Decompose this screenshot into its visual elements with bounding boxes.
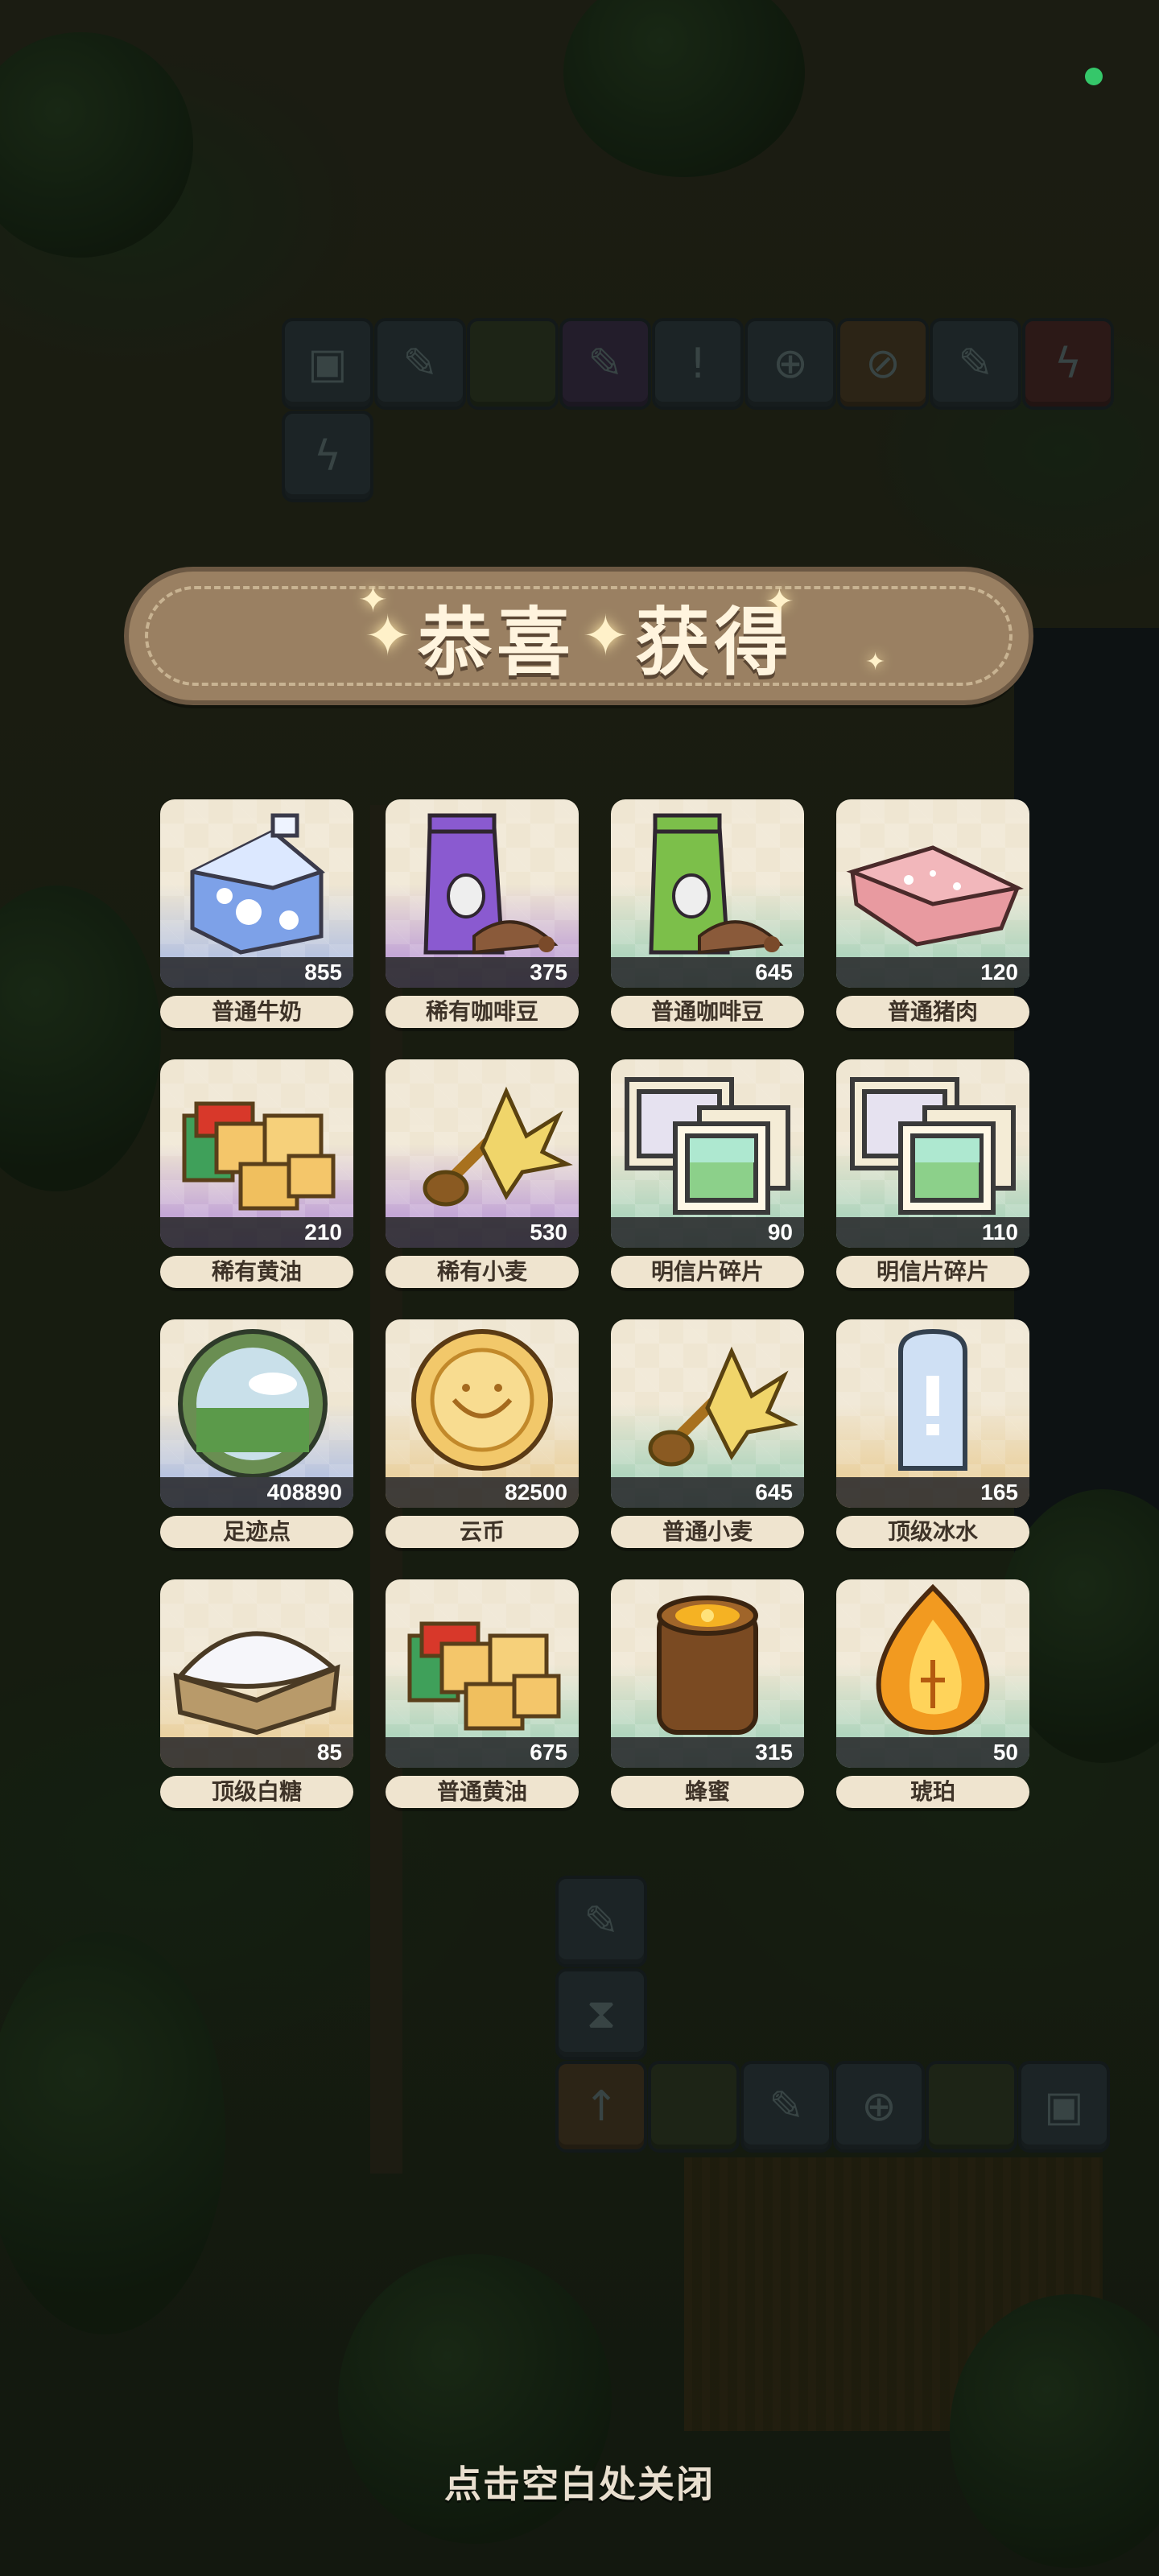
cloud-coin-icon xyxy=(386,1319,579,1477)
reward-quantity: 82500 xyxy=(386,1477,579,1508)
reward-card: 375 稀有咖啡豆 xyxy=(386,799,579,1028)
reward-card-image: 530 xyxy=(386,1059,579,1248)
close-hint[interactable]: 点击空白处关闭 xyxy=(0,2455,1159,2508)
reward-card: 855 普通牛奶 xyxy=(160,799,353,1028)
coffee-bag-icon xyxy=(386,799,579,957)
banner-title-left: 恭喜 xyxy=(417,599,575,686)
reward-card-image: 50 xyxy=(836,1579,1029,1768)
reward-card-image: 82500 xyxy=(386,1319,579,1508)
sugar-icon xyxy=(160,1579,353,1737)
reward-card-image: 408890 xyxy=(160,1319,353,1508)
reward-quantity: 120 xyxy=(836,957,1029,988)
honey-jar-icon xyxy=(611,1579,804,1737)
reward-card-image: 645 xyxy=(611,1319,804,1508)
amber-icon xyxy=(836,1579,1029,1737)
reward-name: 稀有小麦 xyxy=(386,1256,579,1288)
reward-name: 普通黄油 xyxy=(386,1776,579,1808)
reward-name: 足迹点 xyxy=(160,1516,353,1548)
reward-card: 315 蜂蜜 xyxy=(611,1579,804,1808)
reward-name: 普通牛奶 xyxy=(160,996,353,1028)
reward-card-image: 120 xyxy=(836,799,1029,988)
reward-card-image: 675 xyxy=(386,1579,579,1768)
reward-name: 普通小麦 xyxy=(611,1516,804,1548)
butter-icon xyxy=(160,1059,353,1217)
reward-name: 稀有黄油 xyxy=(160,1256,353,1288)
sparkle-icon: ✦ xyxy=(358,580,388,621)
reward-name: 明信片碎片 xyxy=(836,1256,1029,1288)
wheat-icon xyxy=(611,1319,804,1477)
status-dot xyxy=(1085,68,1103,85)
reward-quantity: 855 xyxy=(160,957,353,988)
pork-icon xyxy=(836,799,1029,957)
reward-card-image: 375 xyxy=(386,799,579,988)
postcard-icon xyxy=(836,1059,1029,1217)
reward-name: 顶级冰水 xyxy=(836,1516,1029,1548)
reward-quantity: 675 xyxy=(386,1737,579,1768)
reward-card-image: 210 xyxy=(160,1059,353,1248)
congrats-banner: ✦ 恭喜 ✦ 获得 ✦ ✦ ✦ xyxy=(129,572,1029,700)
reward-card: 645 普通咖啡豆 xyxy=(611,799,804,1028)
reward-quantity: 210 xyxy=(160,1217,353,1248)
sparkle-icon: ✦ xyxy=(865,648,886,676)
reward-name: 明信片碎片 xyxy=(611,1256,804,1288)
reward-name: 普通猪肉 xyxy=(836,996,1029,1028)
reward-card-image: 855 xyxy=(160,799,353,988)
reward-card: 675 普通黄油 xyxy=(386,1579,579,1808)
reward-quantity: 315 xyxy=(611,1737,804,1768)
reward-card: 110 明信片碎片 xyxy=(836,1059,1029,1288)
reward-card: 210 稀有黄油 xyxy=(160,1059,353,1288)
reward-card: 120 普通猪肉 xyxy=(836,799,1029,1028)
reward-name: 普通咖啡豆 xyxy=(611,996,804,1028)
reward-card: 85 顶级白糖 xyxy=(160,1579,353,1808)
reward-card-image: 645 xyxy=(611,799,804,988)
reward-card: 530 稀有小麦 xyxy=(386,1059,579,1288)
reward-grid: 855 普通牛奶 375 稀有咖啡豆 645 普通咖啡豆 120 普通猪肉 210 稀有黄油 530… xyxy=(160,799,1029,1808)
reward-card-image: 165 xyxy=(836,1319,1029,1508)
reward-quantity: 85 xyxy=(160,1737,353,1768)
reward-card: 408890 足迹点 xyxy=(160,1319,353,1548)
postcard-icon xyxy=(611,1059,804,1217)
sparkle-icon: ✦ xyxy=(765,581,794,622)
reward-card-image: 315 xyxy=(611,1579,804,1768)
reward-card-image: 110 xyxy=(836,1059,1029,1248)
reward-quantity: 408890 xyxy=(160,1477,353,1508)
reward-card: 50 琥珀 xyxy=(836,1579,1029,1808)
sparkle-icon: ✦ xyxy=(582,603,629,669)
reward-card: 165 顶级冰水 xyxy=(836,1319,1029,1548)
reward-quantity: 530 xyxy=(386,1217,579,1248)
reward-card-image: 85 xyxy=(160,1579,353,1768)
reward-name: 稀有咖啡豆 xyxy=(386,996,579,1028)
reward-name: 云币 xyxy=(386,1516,579,1548)
reward-card: 645 普通小麦 xyxy=(611,1319,804,1548)
reward-quantity: 50 xyxy=(836,1737,1029,1768)
reward-name: 琥珀 xyxy=(836,1776,1029,1808)
reward-quantity: 90 xyxy=(611,1217,804,1248)
butter-icon xyxy=(386,1579,579,1737)
milk-carton-icon xyxy=(160,799,353,957)
reward-card: 82500 云币 xyxy=(386,1319,579,1548)
reward-name: 顶级白糖 xyxy=(160,1776,353,1808)
wheat-icon xyxy=(386,1059,579,1217)
reward-quantity: 165 xyxy=(836,1477,1029,1508)
ice-water-icon xyxy=(836,1319,1029,1477)
reward-card-image: 90 xyxy=(611,1059,804,1248)
coffee-bag-icon xyxy=(611,799,804,957)
reward-quantity: 375 xyxy=(386,957,579,988)
reward-name: 蜂蜜 xyxy=(611,1776,804,1808)
footprint-orb-icon xyxy=(160,1319,353,1479)
reward-card: 90 明信片碎片 xyxy=(611,1059,804,1288)
reward-quantity: 645 xyxy=(611,957,804,988)
reward-quantity: 110 xyxy=(836,1217,1029,1248)
reward-quantity: 645 xyxy=(611,1477,804,1508)
